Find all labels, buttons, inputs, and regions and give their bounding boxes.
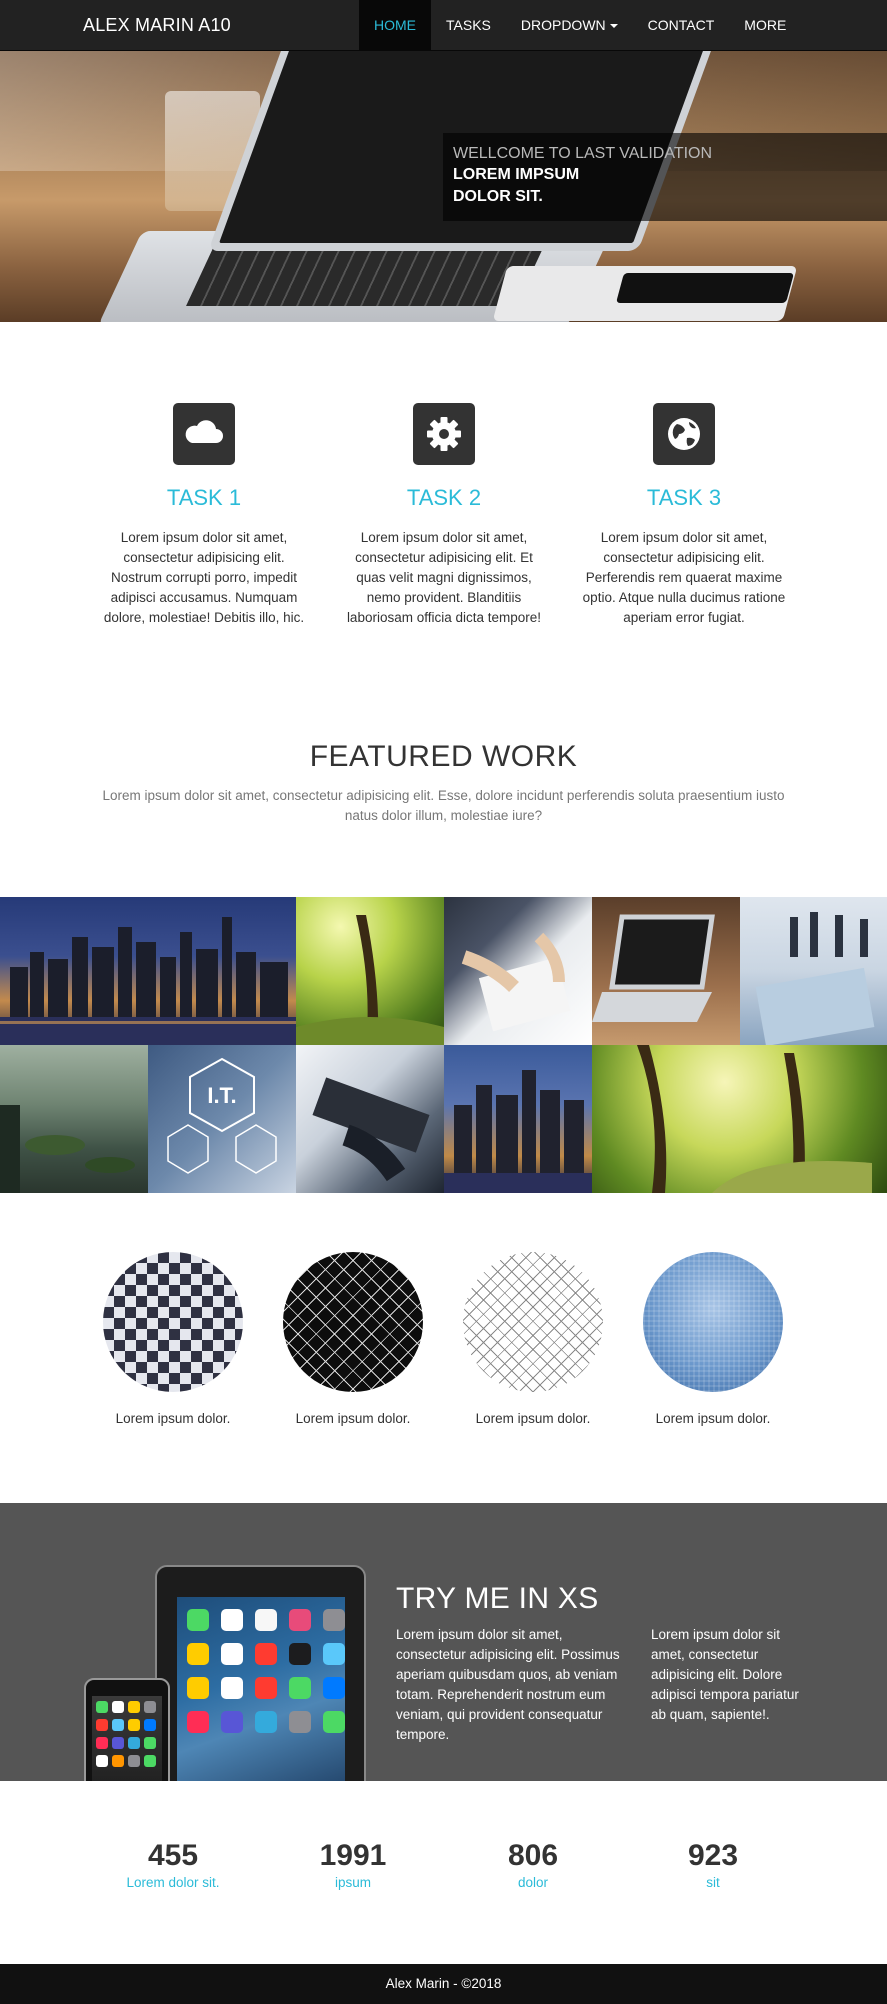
nav-item-tasks[interactable]: TASKS xyxy=(431,0,506,51)
stat-item: 1991 ipsum xyxy=(263,1838,443,1892)
task-card: TASK 3 Lorem ipsum dolor sit amet, conse… xyxy=(569,403,799,628)
stat-item: 806 dolor xyxy=(443,1838,623,1892)
mosaic-pattern-image[interactable] xyxy=(103,1252,243,1392)
pattern-label: Lorem ipsum dolor. xyxy=(655,1411,771,1426)
navbar: ALEX MARIN A10 HOME TASKS DROPDOWN CONTA… xyxy=(0,0,887,51)
phone-screen xyxy=(92,1696,162,1781)
pattern-card: Lorem ipsum dolor. xyxy=(263,1252,443,1426)
nav-item-label: TASKS xyxy=(446,17,491,33)
nav-item-label: DROPDOWN xyxy=(520,17,606,33)
svg-text:I.T.: I.T. xyxy=(207,1083,236,1108)
globe-icon xyxy=(653,403,715,465)
tablet-image xyxy=(155,1565,366,1781)
nav-item-label: HOME xyxy=(374,17,416,33)
stat-label: Lorem dolor sit. xyxy=(126,1875,220,1890)
nav-item-home[interactable]: HOME xyxy=(359,0,431,51)
phone-screen-image xyxy=(615,273,795,303)
task-text: Lorem ipsum dolor sit amet, consectetur … xyxy=(346,530,542,625)
phone-image xyxy=(84,1678,170,1781)
featured-subtitle: Lorem ipsum dolor sit amet, consectetur … xyxy=(102,788,785,823)
footer: Alex Marin - ©2018 xyxy=(0,1964,887,2004)
task-text: Lorem ipsum dolor sit amet, consectetur … xyxy=(103,530,305,625)
hero-caption: WELLCOME TO LAST VALIDATION LOREM IMPSUM… xyxy=(443,133,887,221)
try-text-right: Lorem ipsum dolor sit amet, consectetur … xyxy=(651,1627,799,1722)
black-grid-pattern-image[interactable] xyxy=(283,1252,423,1392)
tablet-screen xyxy=(177,1597,345,1781)
stat-number: 1991 xyxy=(319,1839,387,1872)
footer-text: Alex Marin - ©2018 xyxy=(385,1976,502,1991)
pattern-label: Lorem ipsum dolor. xyxy=(115,1411,231,1426)
stat-number: 455 xyxy=(147,1839,199,1872)
forest-image[interactable] xyxy=(296,897,444,1045)
pattern-card: Lorem ipsum dolor. xyxy=(623,1252,803,1426)
stat-label: dolor xyxy=(517,1875,549,1890)
caret-down-icon xyxy=(609,24,618,29)
city-night-image[interactable] xyxy=(0,897,296,1045)
pattern-label: Lorem ipsum dolor. xyxy=(475,1411,591,1426)
stat-number: 923 xyxy=(687,1839,739,1872)
keyboard-image xyxy=(186,246,544,306)
pattern-label: Lorem ipsum dolor. xyxy=(295,1411,411,1426)
white-grid-pattern-image[interactable] xyxy=(463,1252,603,1392)
try-title: TRY ME IN XS xyxy=(396,1582,599,1615)
hero-banner: WELLCOME TO LAST VALIDATION LOREM IMPSUM… xyxy=(0,51,887,322)
pattern-card: Lorem ipsum dolor. xyxy=(443,1252,623,1426)
forest-road-image[interactable] xyxy=(592,1045,887,1193)
city-night-2-image[interactable] xyxy=(444,1045,592,1193)
hero-caption-line2: DOLOR SIT. xyxy=(453,188,543,205)
gallery-grid: I.T. xyxy=(0,897,887,1193)
typing-image[interactable] xyxy=(296,1045,444,1193)
brand-logo[interactable]: ALEX MARIN A10 xyxy=(83,15,231,36)
nav-item-contact[interactable]: CONTACT xyxy=(633,0,730,51)
task-title: TASK 3 xyxy=(646,485,722,510)
app-icons xyxy=(187,1609,345,1733)
stat-number: 806 xyxy=(507,1839,559,1872)
nav-menu: HOME TASKS DROPDOWN CONTACT MORE xyxy=(359,0,801,51)
stat-label: ipsum xyxy=(334,1875,371,1890)
app-icons xyxy=(96,1701,156,1767)
it-hexagon-image[interactable]: I.T. xyxy=(148,1045,296,1193)
nav-item-label: CONTACT xyxy=(647,17,715,33)
meeting-image[interactable] xyxy=(444,897,592,1045)
gear-icon xyxy=(413,403,475,465)
nav-item-label: MORE xyxy=(744,17,787,33)
river-image[interactable] xyxy=(0,1045,148,1193)
task-card: TASK 2 Lorem ipsum dolor sit amet, conse… xyxy=(329,403,559,628)
task-title: TASK 1 xyxy=(166,485,242,510)
nav-item-more[interactable]: MORE xyxy=(729,0,801,51)
featured-title: FEATURED WORK xyxy=(309,740,578,773)
business-people-image[interactable] xyxy=(740,897,887,1045)
stat-item: 455 Lorem dolor sit. xyxy=(83,1838,263,1892)
stat-item: 923 sit xyxy=(623,1838,803,1892)
stat-label: sit xyxy=(706,1875,720,1890)
task-title: TASK 2 xyxy=(406,485,482,510)
try-text-left: Lorem ipsum dolor sit amet, consectetur … xyxy=(396,1627,620,1742)
task-text: Lorem ipsum dolor sit amet, consectetur … xyxy=(582,530,786,625)
task-card: TASK 1 Lorem ipsum dolor sit amet, conse… xyxy=(89,403,319,628)
pattern-card: Lorem ipsum dolor. xyxy=(83,1252,263,1426)
laptop-image[interactable] xyxy=(592,897,740,1045)
blue-mesh-pattern-image[interactable] xyxy=(643,1252,783,1392)
hero-caption-top: WELLCOME TO LAST VALIDATION xyxy=(453,145,713,162)
hero-caption-line1: LOREM IMPSUM xyxy=(453,166,580,183)
cloud-icon xyxy=(173,403,235,465)
nav-item-dropdown[interactable]: DROPDOWN xyxy=(506,0,633,51)
